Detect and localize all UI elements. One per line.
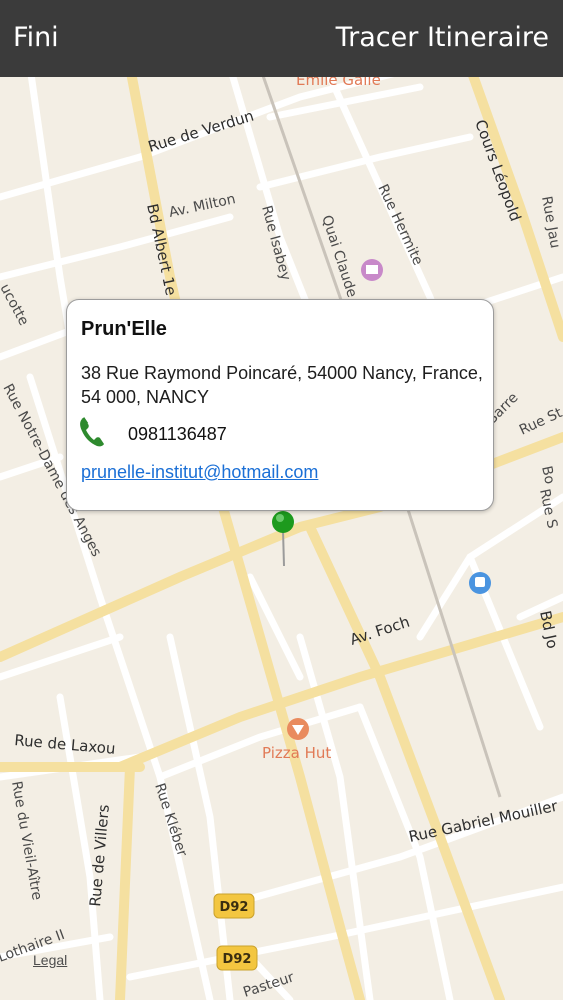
- street-label: Rue Jau: [538, 195, 563, 250]
- road-badge-d92-label: D92: [223, 952, 252, 967]
- street-label: Rue de Laxou: [14, 731, 117, 758]
- place-address: 38 Rue Raymond Poincaré, 54000 Nancy, Fr…: [81, 363, 483, 407]
- location-pin-icon[interactable]: [270, 510, 296, 570]
- poi-label-pizza-hut: Pizza Hut: [262, 744, 331, 762]
- tram-station-icon[interactable]: [469, 572, 491, 594]
- street-label: Rue du Vieil-Aître: [8, 780, 45, 902]
- street-label: Rue de Villers: [86, 804, 113, 908]
- navigation-bar: Fini Tracer Itineraire: [0, 0, 563, 77]
- street-label: Rue Hermite: [374, 182, 425, 268]
- poi-label-emile-galle: Emile Gallé: [296, 77, 381, 89]
- place-phone[interactable]: 0981136487: [128, 424, 227, 445]
- phone-icon[interactable]: [78, 415, 106, 449]
- street-label: Rue St: [517, 405, 563, 439]
- place-name: Prun'Elle: [81, 318, 167, 340]
- legal-link[interactable]: Legal: [33, 952, 67, 968]
- done-button[interactable]: Fini: [13, 22, 59, 53]
- place-email-link[interactable]: prunelle-institut@hotmail.com: [81, 462, 318, 483]
- street-label: Rue de Verdun: [146, 107, 256, 156]
- pizza-hut-icon[interactable]: [287, 718, 309, 740]
- street-label: ucotte: [0, 281, 32, 328]
- street-label: Rue Kléber: [151, 781, 190, 858]
- road-badge-d92-label: D92: [220, 900, 249, 915]
- route-button[interactable]: Tracer Itineraire: [336, 22, 549, 53]
- museum-poi-icon[interactable]: [361, 259, 383, 281]
- street-label: Rue Isabey: [258, 204, 293, 282]
- place-callout[interactable]: Prun'Elle 38 Rue Raymond Poincaré, 54000…: [66, 299, 494, 511]
- street-label: Bo: [538, 465, 557, 486]
